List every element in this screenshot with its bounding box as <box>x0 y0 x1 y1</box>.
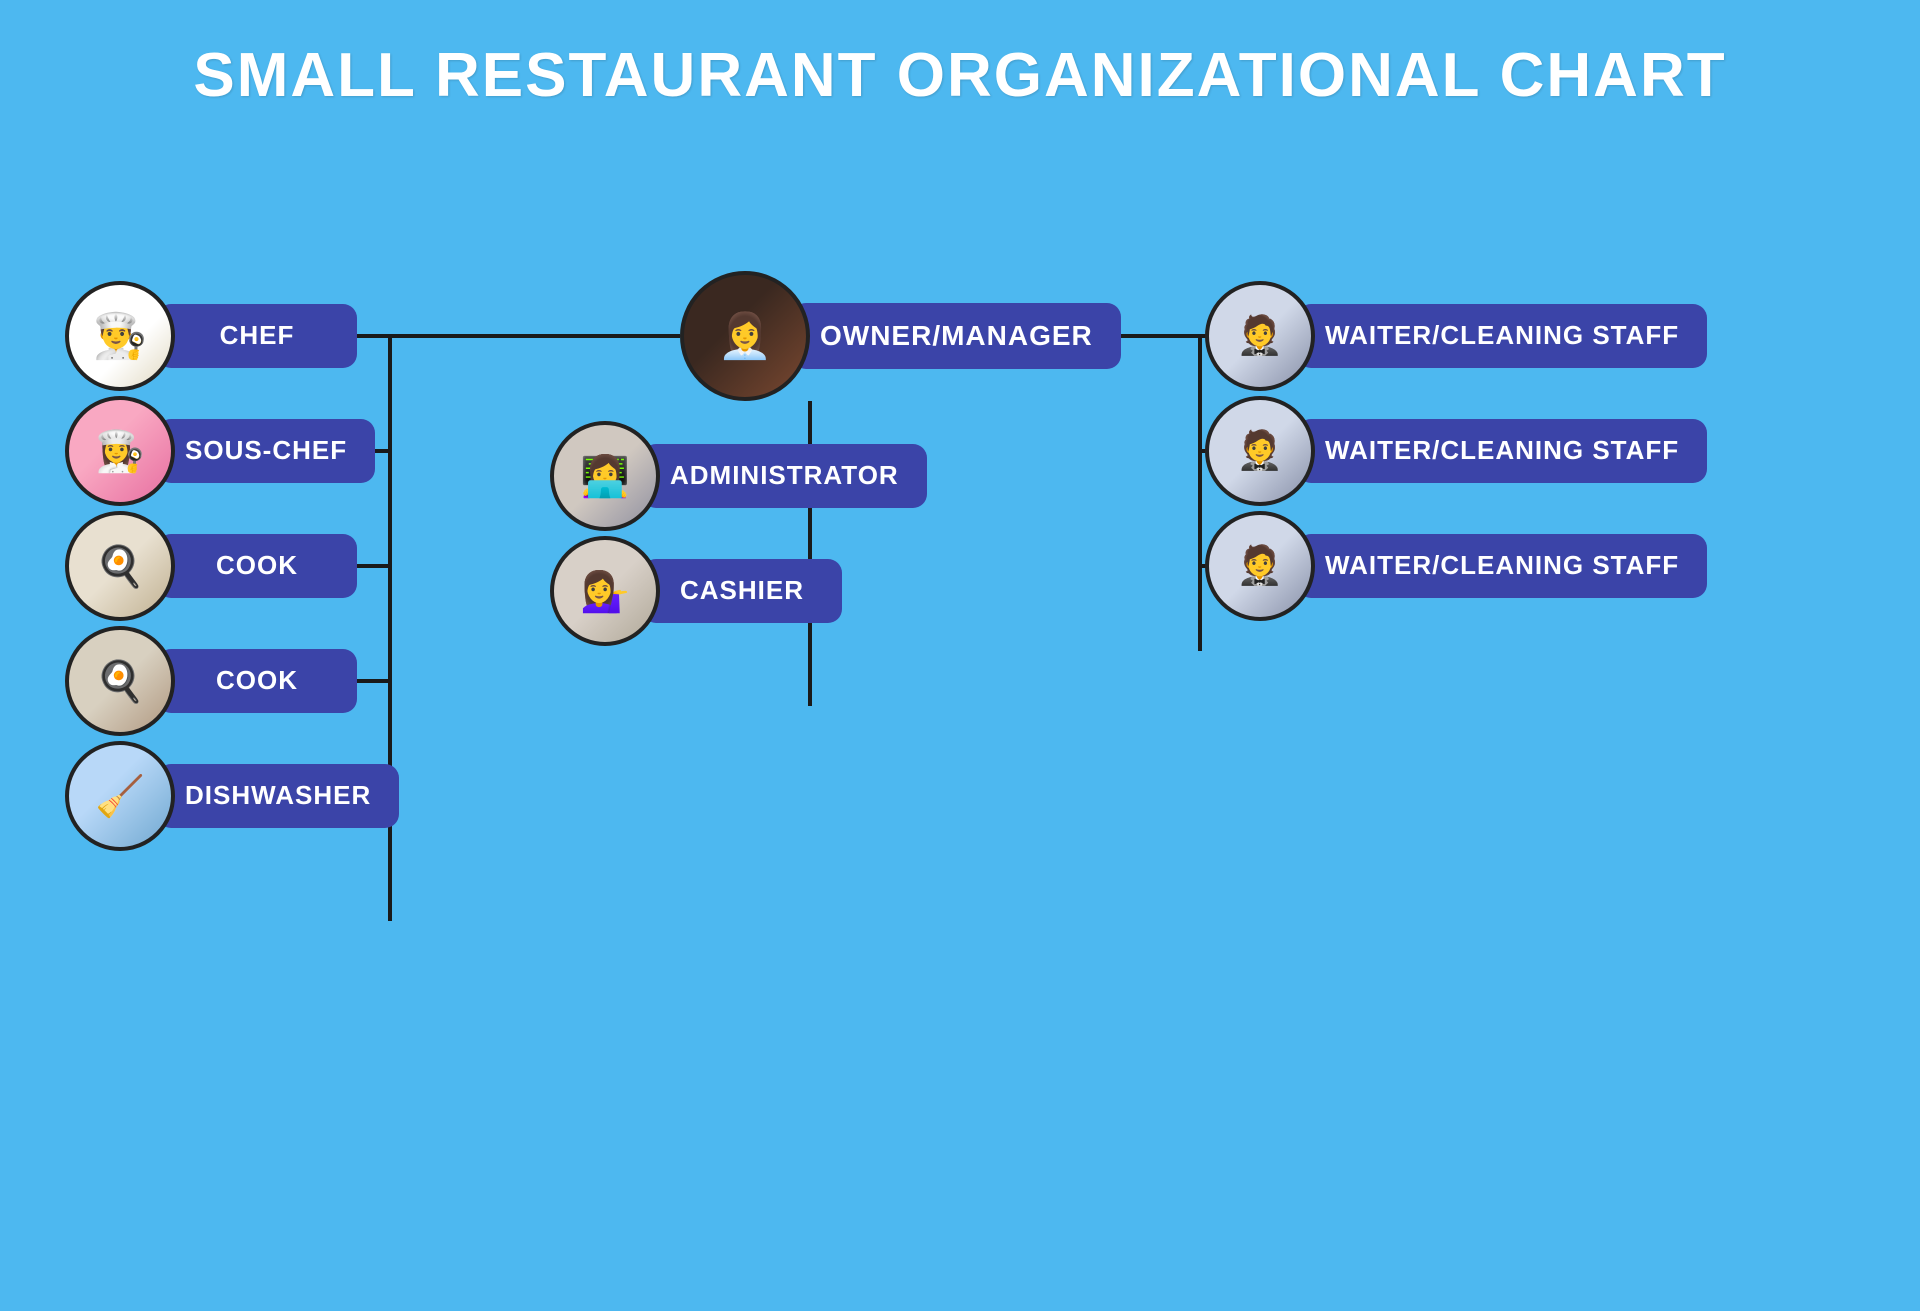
cashier-label: CASHIER <box>642 559 842 622</box>
cashier-node: 💁‍♀️ CASHIER <box>550 536 842 646</box>
cook2-avatar: 🍳 <box>65 626 175 736</box>
dishwasher-label: DISHWASHER <box>157 764 399 827</box>
admin-avatar: 👩‍💻 <box>550 421 660 531</box>
cashier-avatar: 💁‍♀️ <box>550 536 660 646</box>
chef-label: CHEF <box>157 304 357 367</box>
administrator-node: 👩‍💻 ADMINISTRATOR <box>550 421 927 531</box>
souschef-avatar: 👩‍🍳 <box>65 396 175 506</box>
cook1-label: COOK <box>157 534 357 597</box>
waiter3-avatar: 🤵 <box>1205 511 1315 621</box>
waiter2-label: WAITER/CLEANING STAFF <box>1297 419 1707 482</box>
dishwasher-node: 🧹 DISHWASHER <box>65 741 399 851</box>
cook2-label: COOK <box>157 649 357 712</box>
chef-avatar: 👨‍🍳 <box>65 281 175 391</box>
owner-node: 👩‍💼 OWNER/MANAGER <box>680 271 1121 401</box>
waiter1-node: 🤵 WAITER/CLEANING STAFF <box>1205 281 1707 391</box>
owner-avatar: 👩‍💼 <box>680 271 810 401</box>
waiter1-avatar: 🤵 <box>1205 281 1315 391</box>
souschef-label: SOUS-CHEF <box>157 419 375 482</box>
org-chart: 👨‍🍳 CHEF 👩‍🍳 SOUS-CHEF 🍳 COOK 🍳 COOK 🧹 D… <box>0 131 1920 1311</box>
owner-label: OWNER/MANAGER <box>792 303 1121 369</box>
cook1-avatar: 🍳 <box>65 511 175 621</box>
page-title: SMALL RESTAURANT ORGANIZATIONAL CHART <box>0 0 1920 111</box>
dishwasher-avatar: 🧹 <box>65 741 175 851</box>
cook1-node: 🍳 COOK <box>65 511 357 621</box>
waiter2-node: 🤵 WAITER/CLEANING STAFF <box>1205 396 1707 506</box>
waiter2-avatar: 🤵 <box>1205 396 1315 506</box>
chef-node: 👨‍🍳 CHEF <box>65 281 357 391</box>
waiter3-node: 🤵 WAITER/CLEANING STAFF <box>1205 511 1707 621</box>
souschef-node: 👩‍🍳 SOUS-CHEF <box>65 396 375 506</box>
administrator-label: ADMINISTRATOR <box>642 444 927 507</box>
waiter1-label: WAITER/CLEANING STAFF <box>1297 304 1707 367</box>
cook2-node: 🍳 COOK <box>65 626 357 736</box>
waiter3-label: WAITER/CLEANING STAFF <box>1297 534 1707 597</box>
